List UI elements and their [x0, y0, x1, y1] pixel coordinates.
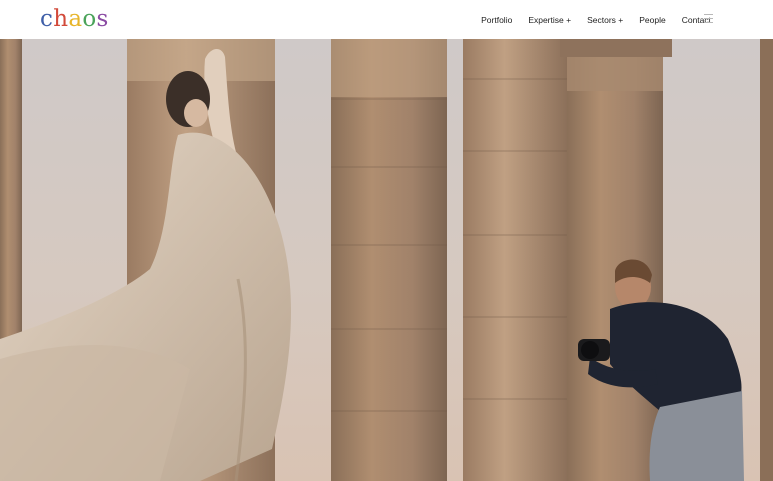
logo-letter-a: a — [68, 6, 83, 32]
main-nav: Portfolio Expertise + Sectors + People C… — [465, 0, 711, 39]
column-3 — [331, 39, 447, 481]
logo-letter-c: c — [40, 6, 54, 32]
logo-letter-s: s — [96, 6, 109, 32]
logo-letter-h: h — [53, 6, 69, 32]
chaos-logo[interactable]: chaos — [40, 5, 109, 33]
column-4 — [463, 39, 567, 481]
nav-sectors[interactable]: Sectors + — [587, 15, 623, 25]
hamburger-icon[interactable] — [704, 14, 713, 23]
nav-expertise[interactable]: Expertise + — [528, 15, 571, 25]
site-header: chaos Portfolio Expertise + Sectors + Pe… — [0, 0, 773, 39]
nav-people[interactable]: People — [639, 15, 665, 25]
hero-image — [0, 39, 773, 481]
hero-scene — [0, 39, 773, 481]
logo-letter-o: o — [82, 6, 97, 32]
nav-portfolio[interactable]: Portfolio — [481, 15, 512, 25]
